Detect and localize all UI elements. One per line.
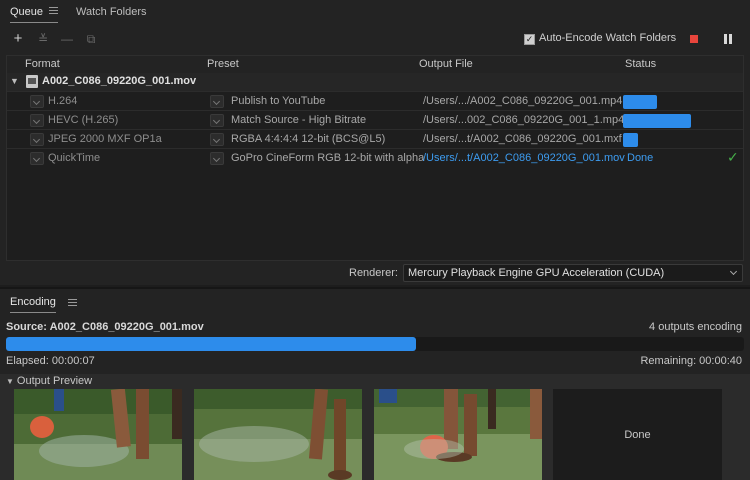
row-progress-fill [623, 133, 638, 147]
encoding-source: Source: A002_C086_09220G_001.mov [6, 321, 204, 333]
format-dropdown-icon[interactable] [30, 152, 44, 165]
output-preview-section: ▼ Output Preview Done [0, 374, 750, 480]
row-output-file[interactable]: /Users/...002_C086_09220G_001_1.mp4 [423, 114, 624, 126]
preview-image [194, 389, 362, 480]
preview-image [374, 389, 542, 480]
row-progress-bar [623, 133, 741, 147]
preview-done-label: Done [624, 429, 651, 441]
table-row[interactable]: HEVC (H.265) Match Source - High Bitrate… [7, 110, 743, 129]
row-format[interactable]: HEVC (H.265) [48, 114, 118, 126]
tab-queue[interactable]: Queue [10, 6, 59, 23]
row-status-done: Done [627, 152, 654, 164]
settings-sliders-icon[interactable]: ≚ [35, 30, 51, 48]
renderer-row: Renderer: Mercury Playback Engine GPU Ac… [0, 264, 750, 284]
remove-icon[interactable]: — [59, 30, 75, 48]
preview-thumbnail [14, 389, 182, 480]
tab-watch-folders-label: Watch Folders [76, 6, 147, 18]
table-row[interactable]: H.264 Publish to YouTube /Users/.../A002… [7, 91, 743, 110]
preset-dropdown-icon[interactable] [210, 114, 224, 127]
queue-menu-icon[interactable] [49, 7, 59, 14]
format-dropdown-icon[interactable] [30, 95, 44, 108]
expand-arrow-icon[interactable]: ▼ [10, 76, 19, 86]
duplicate-icon[interactable]: ⧉ [83, 30, 99, 48]
preview-image [14, 389, 182, 480]
row-format[interactable]: JPEG 2000 MXF OP1a [48, 133, 162, 145]
row-progress-fill [623, 95, 657, 109]
auto-encode-label: Auto-Encode Watch Folders [539, 32, 677, 44]
renderer-label: Renderer: [349, 267, 398, 279]
auto-encode-toggle[interactable]: ✓ Auto-Encode Watch Folders [524, 32, 676, 45]
table-row[interactable]: QuickTime GoPro CineForm RGB 12-bit with… [7, 148, 743, 167]
source-group-row[interactable]: ▼ A002_C086_09220G_001.mov [7, 73, 743, 91]
row-output-file-link[interactable]: /Users/...t/A002_C086_09220G_001.mov [423, 152, 625, 164]
source-file-name: A002_C086_09220G_001.mov [42, 75, 197, 87]
tab-watch-folders[interactable]: Watch Folders [76, 6, 147, 18]
tab-encoding[interactable]: Encoding [10, 296, 56, 313]
output-preview-title: Output Preview [16, 375, 93, 387]
stop-button[interactable] [690, 35, 698, 43]
header-status[interactable]: Status [625, 58, 656, 70]
header-format[interactable]: Format [25, 58, 60, 70]
auto-encode-checkbox[interactable]: ✓ [524, 34, 535, 45]
renderer-select[interactable]: Mercury Playback Engine GPU Acceleration… [403, 264, 743, 282]
row-preset[interactable]: Publish to YouTube [231, 95, 325, 107]
row-format[interactable]: H.264 [48, 95, 77, 107]
encoding-menu-icon[interactable] [68, 299, 77, 306]
preview-done-box: Done [553, 389, 722, 480]
format-dropdown-icon[interactable] [30, 133, 44, 146]
encoding-panel: Encoding Source: A002_C086_09220G_001.mo… [0, 287, 750, 480]
row-output-file[interactable]: /Users/...t/A002_C086_09220G_001.mxf [423, 133, 622, 145]
preview-thumbnail [194, 389, 362, 480]
outputs-count: 4 outputs encoding [649, 321, 742, 333]
checkmark-icon: ✓ [727, 149, 739, 165]
row-progress-bar [623, 95, 741, 109]
header-output-file[interactable]: Output File [419, 58, 473, 70]
table-header: Format Preset Output File Status [7, 56, 743, 73]
chevron-down-icon [729, 267, 738, 276]
table-row[interactable]: JPEG 2000 MXF OP1a RGBA 4:4:4:4 12-bit (… [7, 129, 743, 148]
pause-button[interactable] [724, 34, 732, 44]
remaining-time: Remaining: 00:00:40 [640, 355, 742, 367]
video-file-icon [26, 75, 38, 88]
row-format[interactable]: QuickTime [48, 152, 100, 164]
preset-dropdown-icon[interactable] [210, 152, 224, 165]
collapse-arrow-icon: ▼ [6, 377, 14, 386]
row-preset[interactable]: Match Source - High Bitrate [231, 114, 366, 126]
row-progress-bar [623, 114, 741, 128]
preset-dropdown-icon[interactable] [210, 133, 224, 146]
preset-dropdown-icon[interactable] [210, 95, 224, 108]
format-dropdown-icon[interactable] [30, 114, 44, 127]
queue-panel: Queue Watch Folders + ≚ — ⧉ ✓ Auto-Encode… [0, 0, 750, 285]
header-preset[interactable]: Preset [207, 58, 239, 70]
row-preset[interactable]: RGBA 4:4:4:4 12-bit (BCS@L5) [231, 133, 385, 145]
encoding-progress-bar [6, 337, 744, 351]
tab-queue-label: Queue [10, 6, 44, 18]
row-progress-fill [623, 114, 691, 128]
renderer-value: Mercury Playback Engine GPU Acceleration… [408, 267, 665, 279]
panel-tabbar: Queue Watch Folders [0, 0, 750, 26]
elapsed-time: Elapsed: 00:00:07 [6, 355, 95, 367]
row-output-file[interactable]: /Users/.../A002_C086_09220G_001.mp4 [423, 95, 622, 107]
queue-table: Format Preset Output File Status ▼ A002_… [6, 55, 744, 261]
encoding-progress-fill [6, 337, 416, 351]
preview-thumbnail [374, 389, 542, 480]
add-icon[interactable]: + [10, 30, 26, 48]
row-preset[interactable]: GoPro CineForm RGB 12-bit with alpha [231, 152, 424, 164]
output-preview-toggle[interactable]: ▼ Output Preview [6, 375, 92, 387]
queue-toolbar: + ≚ — ⧉ ✓ Auto-Encode Watch Folders [0, 28, 750, 52]
